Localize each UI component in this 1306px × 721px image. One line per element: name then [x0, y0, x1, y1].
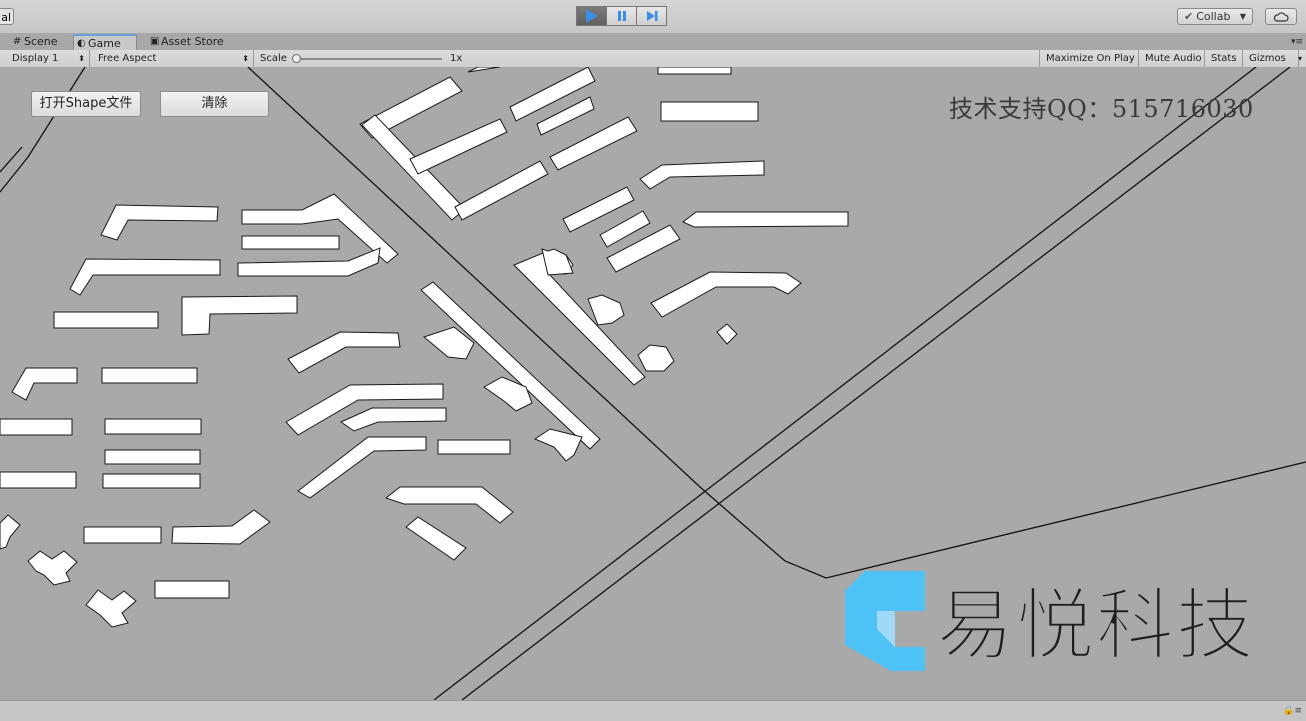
chevron-down-icon: ▾ — [1297, 54, 1302, 63]
scale-label: Scale — [260, 53, 287, 64]
game-view-bar: Display 1 ⬍ Free Aspect ⬍ Scale 1x Maximiz… — [0, 50, 1306, 68]
scale-slider-thumb[interactable] — [292, 54, 301, 63]
tab-game-label: Game — [88, 37, 121, 50]
building — [541, 248, 574, 276]
step-icon — [646, 11, 657, 21]
updown-icon: ⬍ — [78, 54, 85, 63]
tab-scene[interactable]: # Scene — [10, 34, 72, 50]
open-shape-file-button[interactable]: 打开Shape文件 — [31, 91, 141, 117]
building — [0, 471, 77, 489]
building — [716, 323, 738, 345]
updown-icon: ⬍ — [242, 54, 249, 63]
editor-tab-bar: # Scene ◐ Game ▣ Asset Store — [0, 33, 1306, 50]
building — [83, 526, 162, 544]
building — [237, 247, 381, 277]
support-text: 技术支持QQ：515716030 — [949, 95, 1254, 123]
building — [102, 473, 201, 489]
building — [657, 67, 732, 75]
gizmos-dropdown[interactable]: Gizmos ▾ — [1243, 50, 1302, 67]
scale-value: 1x — [450, 53, 463, 64]
layout-dropdown-stub[interactable]: al — [0, 8, 14, 25]
building — [101, 367, 198, 384]
building — [549, 116, 638, 171]
building — [513, 250, 646, 386]
building — [154, 580, 230, 599]
brand-name: 易悦科技 — [935, 581, 1257, 672]
building — [437, 439, 511, 455]
building — [181, 295, 298, 336]
chevron-down-icon: ▼ — [1239, 12, 1246, 21]
building — [339, 407, 447, 432]
scale-slider-track[interactable] — [296, 58, 442, 60]
pause-icon — [617, 11, 626, 21]
building — [27, 550, 78, 586]
collab-label: Collab — [1196, 10, 1231, 23]
grid-icon: # — [13, 36, 22, 47]
mute-audio-toggle[interactable]: Mute Audio — [1139, 50, 1205, 67]
building — [241, 235, 340, 250]
building — [587, 294, 625, 326]
building — [100, 204, 219, 241]
tab-asset-store[interactable]: ▣ Asset Store — [147, 34, 237, 50]
aspect-dropdown[interactable]: Free Aspect ⬍ — [92, 50, 254, 67]
lock-icon: 🔒≡ — [1283, 706, 1302, 716]
check-icon: ✔ — [1184, 10, 1194, 23]
play-icon — [585, 10, 598, 22]
building — [104, 418, 202, 435]
building — [53, 311, 159, 329]
cloud-icon — [1273, 11, 1289, 22]
building — [650, 271, 802, 318]
building — [85, 589, 137, 628]
building — [11, 367, 78, 401]
building — [660, 101, 759, 122]
step-button[interactable] — [636, 6, 667, 26]
main-toolbar: al ✔ Collab ▼ — [0, 0, 1306, 34]
status-bar: 🔒≡ — [0, 700, 1306, 721]
building — [682, 211, 849, 228]
building — [639, 160, 765, 190]
building — [454, 160, 549, 221]
maximize-on-play-toggle[interactable]: Maximize On Play — [1039, 50, 1139, 67]
pause-button[interactable] — [606, 6, 637, 26]
clear-button[interactable]: 清除 — [160, 91, 269, 117]
display-dropdown[interactable]: Display 1 ⬍ — [6, 50, 90, 67]
building — [69, 258, 221, 296]
collab-dropdown[interactable]: ✔ Collab ▼ — [1177, 8, 1253, 25]
stats-toggle[interactable]: Stats — [1205, 50, 1243, 67]
building — [384, 486, 514, 524]
building — [409, 118, 508, 175]
building — [0, 514, 21, 550]
gizmos-label: Gizmos — [1249, 53, 1286, 64]
aspect-label: Free Aspect — [98, 53, 157, 64]
building — [637, 344, 675, 372]
building — [287, 331, 401, 374]
road-line — [0, 67, 86, 193]
tab-scene-label: Scene — [24, 35, 58, 48]
building — [0, 418, 73, 436]
tab-menu-icon[interactable]: ▾≡ — [1291, 37, 1303, 47]
cloud-button[interactable] — [1265, 8, 1297, 25]
display-label: Display 1 — [12, 53, 59, 64]
tab-asset-store-label: Asset Store — [161, 35, 224, 48]
building — [405, 516, 467, 561]
play-button[interactable] — [576, 6, 607, 26]
building — [467, 67, 501, 73]
playback-controls — [576, 6, 667, 26]
game-viewport[interactable]: 打开Shape文件 清除 技术支持QQ：515716030 易悦科技 — [0, 67, 1306, 700]
building — [104, 449, 201, 465]
tab-game[interactable]: ◐ Game — [73, 34, 137, 50]
building — [361, 114, 466, 221]
building — [171, 509, 271, 545]
store-icon: ▣ — [150, 36, 160, 47]
